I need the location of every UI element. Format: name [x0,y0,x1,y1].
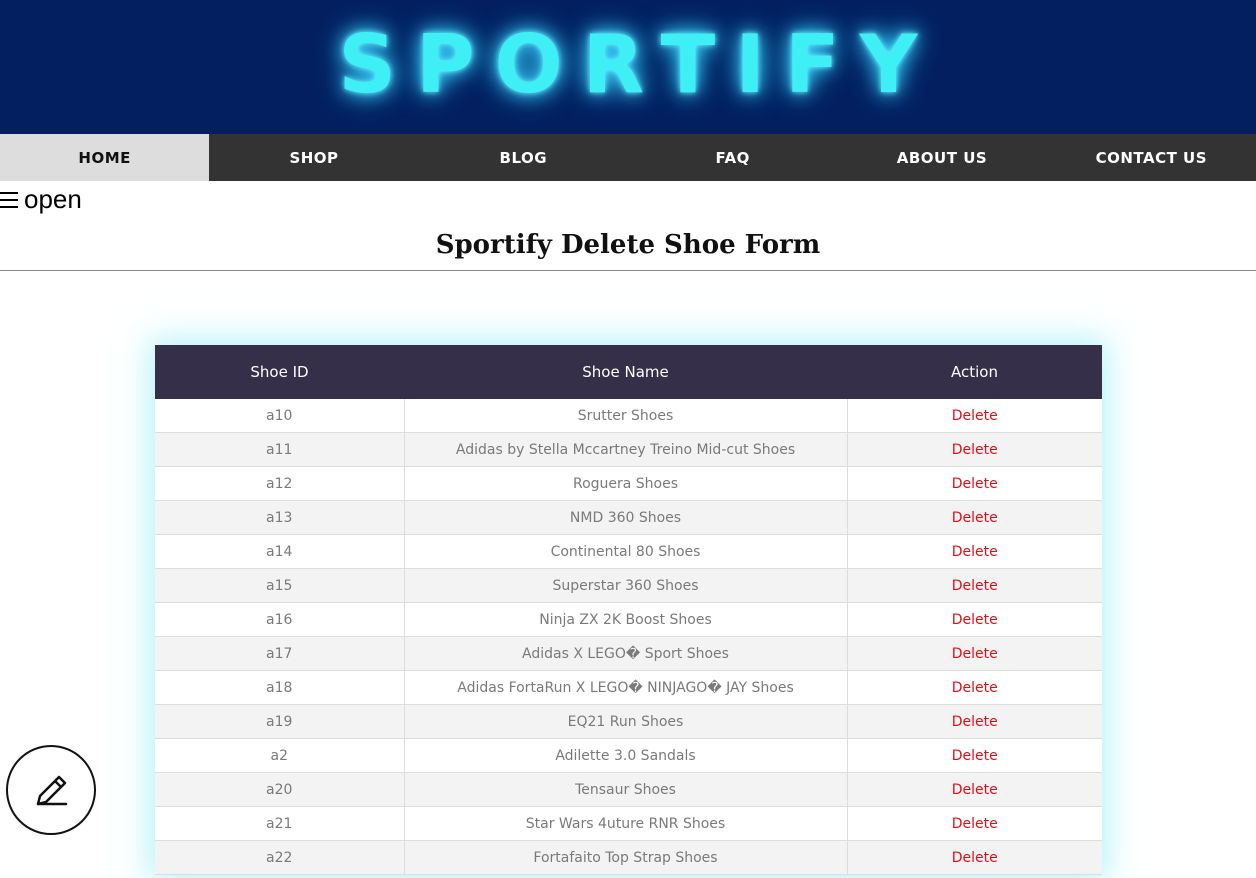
shoe-name-cell: NMD 360 Shoes [404,500,848,535]
shoe-id-cell: a16 [155,602,405,637]
title-divider [0,270,1256,271]
delete-link[interactable]: Delete [847,534,1102,569]
shoe-table-container: Shoe ID Shoe Name Action a10 Srutter Shoe… [155,345,1102,875]
hamburger-icon [0,191,18,208]
shoe-id-cell: a17 [155,636,405,671]
table-row: a18 Adidas FortaRun X LEGO� NINJAGO� JAY … [155,670,1102,705]
shoe-name-cell: Ninja ZX 2K Boost Shoes [404,602,848,637]
table-row: a16 Ninja ZX 2K Boost Shoes Delete [155,602,1102,637]
table-row: a12 Roguera Shoes Delete [155,466,1102,501]
shoe-id-cell: a18 [155,670,405,705]
delete-link[interactable]: Delete [847,840,1102,875]
delete-link[interactable]: Delete [847,772,1102,807]
sidenav-open-label: open [24,184,82,214]
shoe-name-cell: Star Wars 4uture RNR Shoes [404,806,848,841]
nav-item-blog[interactable]: BLOG [419,134,628,181]
table-row: a15 Superstar 360 Shoes Delete [155,568,1102,603]
table-row: a11 Adidas by Stella Mccartney Treino Mid… [155,432,1102,467]
shoe-name-cell: EQ21 Run Shoes [404,704,848,739]
nav-item-about-us[interactable]: ABOUT US [837,134,1046,181]
page-title: Sportify Delete Shoe Form [435,230,821,260]
shoe-name-cell: Srutter Shoes [404,399,848,433]
table-header-row: Shoe ID Shoe Name Action [155,345,1102,399]
table-row: a20 Tensaur Shoes Delete [155,772,1102,807]
nav-item-contact-us[interactable]: CONTACT US [1047,134,1256,181]
shoe-id-cell: a12 [155,466,405,501]
main-nav: HOME SHOP BLOG FAQ ABOUT US CONTACT US [0,134,1256,181]
table-row: a19 EQ21 Run Shoes Delete [155,704,1102,739]
delete-link[interactable]: Delete [847,670,1102,705]
nav-item-shop[interactable]: SHOP [209,134,418,181]
shoe-id-cell: a14 [155,534,405,569]
shoe-name-cell: Adilette 3.0 Sandals [404,738,848,773]
shoe-name-cell: Adidas FortaRun X LEGO� NINJAGO� JAY Sho… [404,670,848,705]
table-row: a2 Adilette 3.0 Sandals Delete [155,738,1102,773]
table-row: a22 Fortafaito Top Strap Shoes Delete [155,840,1102,875]
shoe-name-cell: Adidas by Stella Mccartney Treino Mid-cu… [404,432,848,467]
shoe-name-cell: Continental 80 Shoes [404,534,848,569]
shoe-id-cell: a10 [155,399,405,433]
table-row: a14 Continental 80 Shoes Delete [155,534,1102,569]
delete-link[interactable]: Delete [847,500,1102,535]
table-row: a21 Star Wars 4uture RNR Shoes Delete [155,806,1102,841]
delete-link[interactable]: Delete [847,636,1102,671]
shoe-id-cell: a15 [155,568,405,603]
header-shoe-id: Shoe ID [155,345,404,399]
pencil-icon [36,775,68,806]
shoe-id-cell: a20 [155,772,405,807]
shoe-name-cell: Roguera Shoes [404,466,848,501]
nav-item-faq[interactable]: FAQ [628,134,837,181]
shoe-table: Shoe ID Shoe Name Action a10 Srutter Shoe… [155,345,1102,875]
site-banner: SPORTIFY [0,0,1256,134]
shoe-table-body: a10 Srutter Shoes Delete a11 Adidas by Stell… [155,399,1102,875]
delete-link[interactable]: Delete [847,466,1102,501]
shoe-id-cell: a11 [155,432,405,467]
delete-link[interactable]: Delete [847,806,1102,841]
edit-button[interactable] [6,745,96,835]
shoe-id-cell: a19 [155,704,405,739]
shoe-id-cell: a22 [155,840,405,875]
shoe-name-cell: Superstar 360 Shoes [404,568,848,603]
delete-link[interactable]: Delete [847,738,1102,773]
delete-link[interactable]: Delete [847,399,1102,433]
nav-item-home[interactable]: HOME [0,134,210,181]
delete-link[interactable]: Delete [847,704,1102,739]
shoe-id-cell: a21 [155,806,405,841]
shoe-name-cell: Tensaur Shoes [404,772,848,807]
delete-link[interactable]: Delete [847,602,1102,637]
shoe-name-cell: Fortafaito Top Strap Shoes [404,840,848,875]
shoe-id-cell: a2 [155,738,405,773]
delete-link[interactable]: Delete [847,568,1102,603]
delete-link[interactable]: Delete [847,432,1102,467]
table-row: a13 NMD 360 Shoes Delete [155,500,1102,535]
header-action: Action [847,345,1102,399]
site-logo[interactable]: SPORTIFY [318,18,937,111]
header-shoe-name: Shoe Name [404,345,847,399]
shoe-name-cell: Adidas X LEGO� Sport Shoes [404,636,848,671]
table-row: a17 Adidas X LEGO� Sport Shoes Delete [155,636,1102,671]
table-row: a10 Srutter Shoes Delete [155,399,1102,433]
sidenav-open-button[interactable]: open [0,184,82,215]
shoe-id-cell: a13 [155,500,405,535]
